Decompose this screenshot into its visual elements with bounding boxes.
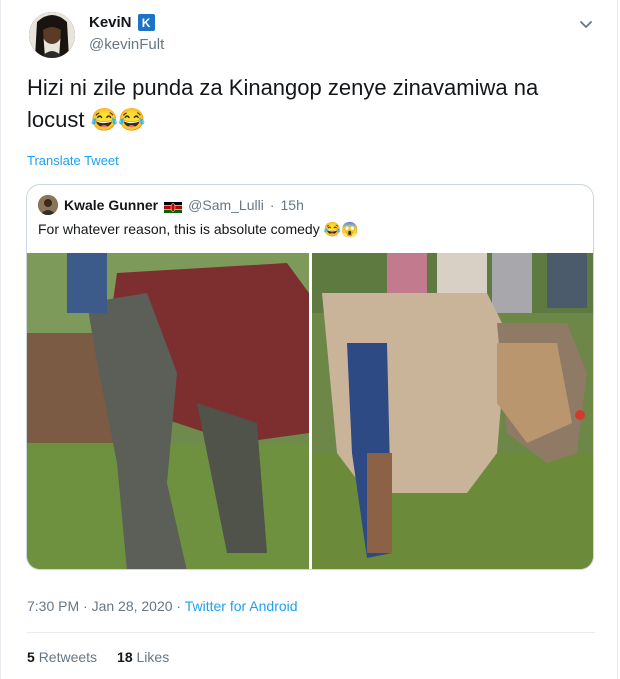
tweet-card: KeviN K @kevinFult Hizi ni zile punda za…	[0, 0, 618, 679]
tweet-stats: 5 Retweets 18 Likes	[27, 649, 169, 665]
photo-right[interactable]	[312, 253, 593, 570]
author-avatar[interactable]	[29, 12, 75, 58]
author-name[interactable]: KeviN	[89, 14, 132, 31]
divider	[27, 632, 595, 633]
retweets-stat[interactable]: 5 Retweets	[27, 649, 97, 665]
retweets-count: 5	[27, 649, 35, 665]
quoted-header: Kwale Gunner @Sam_Lulli · 15h	[64, 197, 304, 213]
quoted-avatar[interactable]	[38, 195, 58, 215]
quoted-handle[interactable]: @Sam_Lulli	[188, 197, 264, 213]
chevron-down-icon[interactable]	[577, 16, 595, 34]
retweets-label: Retweets	[38, 649, 98, 665]
k-badge-icon: K	[137, 14, 155, 31]
author-name-row[interactable]: KeviN K	[89, 14, 155, 31]
likes-count: 18	[117, 649, 133, 665]
tweet-timestamp[interactable]: 7:30 PM · Jan 28, 2020 ·	[27, 598, 185, 614]
quoted-text: For whatever reason, this is absolute co…	[38, 221, 359, 237]
author-handle[interactable]: @kevinFult	[89, 36, 164, 53]
tweet-text: Hizi ni zile punda za Kinangop zenye zin…	[27, 75, 539, 132]
quoted-name[interactable]: Kwale Gunner	[64, 197, 158, 213]
tweet-meta: 7:30 PM · Jan 28, 2020 · Twitter for And…	[27, 598, 298, 614]
likes-stat[interactable]: 18 Likes	[117, 649, 169, 665]
translate-tweet-link[interactable]: Translate Tweet	[27, 153, 119, 168]
kenya-flag-icon	[164, 200, 183, 213]
photo-left[interactable]	[27, 253, 309, 570]
quoted-separator: ·	[269, 197, 275, 213]
tweet-source-link[interactable]: Twitter for Android	[185, 598, 298, 614]
quoted-tweet[interactable]: Kwale Gunner @Sam_Lulli · 15h For whatev…	[26, 184, 594, 570]
quoted-media[interactable]	[27, 253, 593, 570]
likes-label: Likes	[136, 649, 170, 665]
quoted-time[interactable]: 15h	[281, 197, 304, 213]
